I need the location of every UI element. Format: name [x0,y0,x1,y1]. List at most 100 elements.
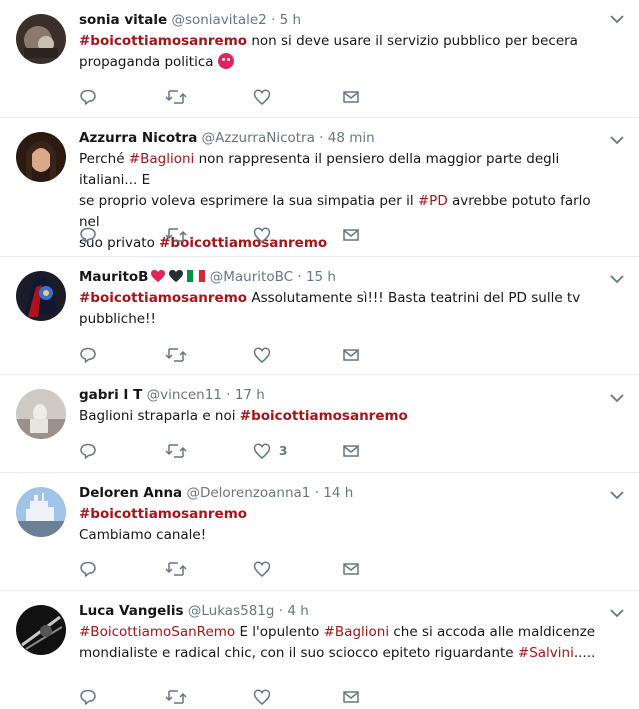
direct-message-icon [343,91,359,103]
user-handle[interactable]: @soniavitale2 [171,12,266,28]
retweet-icon [165,690,187,704]
tweet-actions [79,687,379,709]
chevron-down-icon[interactable] [609,605,625,621]
retweet-icon [165,444,187,458]
tweet-text: #BoicottiamoSanRemo E l'opulento #Baglio… [79,622,599,664]
tweet-sonia-vitale[interactable]: sonia vitale @soniavitale2 · 5 h #boicot… [0,0,639,118]
tweet-header: Luca Vangelis @Lukas581g · 4 h [79,602,599,620]
reply-button[interactable] [79,441,97,461]
hashtag[interactable]: #Baglioni [129,151,194,167]
avatar[interactable] [16,132,66,182]
like-button[interactable] [253,87,271,107]
text-segment: Cambiamo canale! [79,527,207,543]
reply-icon [80,689,96,705]
like-icon [253,347,271,363]
direct-message-button[interactable] [342,87,360,107]
reply-button[interactable] [79,559,97,579]
avatar[interactable] [16,271,66,321]
separator-dot: · [271,12,276,28]
hashtag[interactable]: #Salvini [518,645,574,661]
chevron-down-icon[interactable] [609,271,625,287]
tweet-deloren-anna[interactable]: Deloren Anna @Delorenzoanna1 · 14 h #boi… [0,473,639,591]
text-segment: Perché [79,151,129,167]
reply-icon [80,89,96,105]
timestamp[interactable]: 4 h [287,603,308,619]
display-name[interactable]: gabri I T [79,387,142,403]
timestamp[interactable]: 14 h [323,485,353,501]
user-handle[interactable]: @MauritoBC [210,269,293,285]
retweet-button[interactable] [165,345,187,365]
like-button[interactable] [253,225,271,245]
hashtag[interactable]: #PD [418,193,448,209]
direct-message-button[interactable] [342,225,360,245]
like-icon [253,89,271,105]
like-button[interactable] [253,559,271,579]
retweet-button[interactable] [165,87,187,107]
display-name[interactable]: Deloren Anna [79,485,182,501]
like-button[interactable] [253,345,271,365]
chevron-down-icon[interactable] [609,11,625,27]
retweet-icon [165,228,187,242]
hashtag[interactable]: #boicottiamosanremo [79,33,247,49]
reply-button[interactable] [79,87,97,107]
tweet-content: gabri I T @vincen11 · 17 h Baglioni stra… [79,386,599,427]
display-name[interactable]: Luca Vangelis [79,603,184,619]
hashtag[interactable]: #boicottiamosanremo [240,408,408,424]
user-handle[interactable]: @Lukas581g [188,603,275,619]
chevron-down-icon[interactable] [609,132,625,148]
like-button[interactable] [253,687,271,707]
user-handle[interactable]: @Delorenzoanna1 [186,485,310,501]
hashtag[interactable]: #boicottiamosanremo [79,290,247,306]
avatar[interactable] [16,487,66,537]
direct-message-button[interactable] [342,345,360,365]
timestamp[interactable]: 17 h [235,387,265,403]
like-icon [253,227,271,243]
tweet-text: #boicottiamosanremo Assolutamente sì!!! … [79,288,599,330]
text-segment: ..... [573,645,596,661]
text-segment: E l'opulento [235,624,324,640]
reply-icon [80,347,96,363]
angry-face-icon [217,53,234,69]
direct-message-button[interactable] [342,687,360,707]
text-segment: pubbliche!! [79,311,156,327]
user-handle[interactable]: @AzzurraNicotra [202,130,315,146]
direct-message-button[interactable] [342,441,360,461]
user-handle[interactable]: @vincen11 [147,387,222,403]
tweet-actions: 3 [79,441,379,463]
tweet-actions [79,559,379,581]
reply-button[interactable] [79,225,97,245]
like-icon [253,443,271,459]
tweet-content: Luca Vangelis @Lukas581g · 4 h #Boicotti… [79,602,599,664]
tweet-text: #boicottiamosanremo Cambiamo canale! [79,504,599,546]
direct-message-button[interactable] [342,559,360,579]
chevron-down-icon[interactable] [609,390,625,406]
display-name[interactable]: MauritoB [79,269,148,285]
tweet-azzurra-nicotra[interactable]: Azzurra Nicotra @AzzurraNicotra · 48 min… [0,118,639,257]
retweet-button[interactable] [165,687,187,707]
avatar[interactable] [16,389,66,439]
chevron-down-icon[interactable] [609,487,625,503]
retweet-button[interactable] [165,441,187,461]
retweet-button[interactable] [165,559,187,579]
tweet-mauritob[interactable]: MauritoB @MauritoBC · 15 h #boicottiamos… [0,257,639,375]
reply-button[interactable] [79,687,97,707]
hashtag[interactable]: #Baglioni [324,624,389,640]
direct-message-icon [343,229,359,241]
reply-button[interactable] [79,345,97,365]
tweet-gabri-it[interactable]: gabri I T @vincen11 · 17 h Baglioni stra… [0,375,639,473]
black-heart-icon [169,269,184,283]
avatar[interactable] [16,14,66,64]
hashtag[interactable]: #boicottiamosanremo [79,506,247,522]
like-button[interactable]: 3 [253,441,287,461]
display-name[interactable]: Azzurra Nicotra [79,130,197,146]
retweet-button[interactable] [165,225,187,245]
avatar[interactable] [16,605,66,655]
hashtag[interactable]: #BoicottiamoSanRemo [79,624,235,640]
timestamp[interactable]: 15 h [306,269,336,285]
tweet-header: MauritoB @MauritoBC · 15 h [79,268,599,286]
timestamp[interactable]: 5 h [280,12,301,28]
display-name[interactable]: sonia vitale [79,12,167,28]
timestamp[interactable]: 48 min [328,130,375,146]
tweet-luca-vangelis[interactable]: Luca Vangelis @Lukas581g · 4 h #Boicotti… [0,591,639,705]
like-icon [253,561,271,577]
